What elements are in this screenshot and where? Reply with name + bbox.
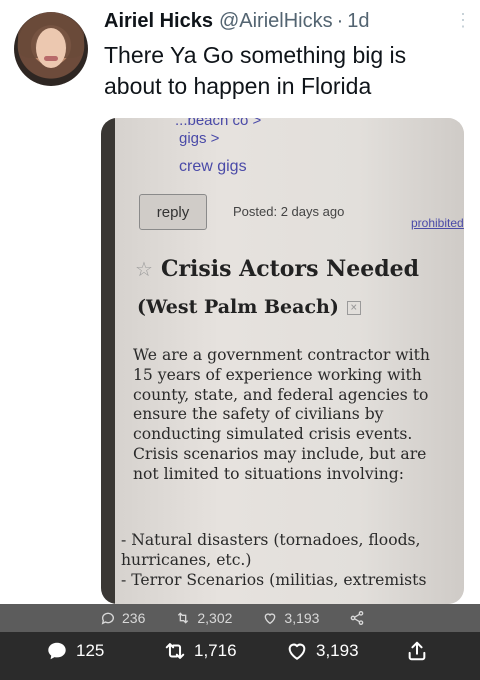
body-line: county, state, and federal agencies to <box>133 385 429 404</box>
category-link-cut: ...beach co > <box>175 118 262 129</box>
reply-count: 125 <box>76 641 105 660</box>
tweet-photo[interactable]: ...beach co > gigs > crew gigs reply Pos… <box>101 118 464 604</box>
prohibited-label: prohibited <box>411 216 464 230</box>
location-text: (West Palm Beach) <box>137 296 339 318</box>
embedded-likes-count: 3,193 <box>284 610 320 626</box>
reply-action[interactable]: 125 <box>46 640 104 662</box>
reply-icon <box>48 642 66 660</box>
listing-title-row: ☆ Crisis Actors Needed <box>135 256 419 282</box>
body-line: Crisis scenarios may include, but are <box>133 444 427 463</box>
heart-icon <box>288 643 306 660</box>
tweet-time[interactable]: 1d <box>347 10 369 33</box>
author-handle[interactable]: @AirielHicks <box>219 10 333 33</box>
retweet-action[interactable]: 1,716 <box>164 640 237 662</box>
like-count: 3,193 <box>316 641 359 660</box>
embedded-stats: 236 2,302 3,193 <box>100 610 365 626</box>
tweet-text: There Ya Go something big is about to ha… <box>104 42 407 99</box>
listing-location: (West Palm Beach) × <box>137 296 361 318</box>
more-options-icon[interactable]: ⋮ <box>454 10 472 31</box>
embedded-retweets: 2,302 <box>175 610 232 626</box>
embedded-replies: 236 <box>100 610 145 626</box>
embedded-likes: 3,193 <box>262 610 319 626</box>
avatar-face <box>36 28 66 68</box>
list-line: - Natural disasters (tornadoes, floods, <box>121 531 421 549</box>
retweet-count: 1,716 <box>194 641 237 660</box>
body-line: 15 years of experience working with <box>133 365 422 384</box>
listing-body: We are a government contractor with 15 y… <box>133 346 464 485</box>
avatar[interactable] <box>14 12 88 86</box>
posted-value: 2 days ago <box>280 204 345 219</box>
retweet-icon <box>165 643 185 659</box>
tweet-header: Airiel Hicks @AirielHicks · 1d <box>104 8 470 34</box>
list-line: hurricanes, etc.) <box>121 551 252 569</box>
embedded-retweets-count: 2,302 <box>197 610 233 626</box>
body-line: We are a government contractor with <box>133 346 430 364</box>
separator-dot: · <box>336 9 344 32</box>
photo-screen: ...beach co > gigs > crew gigs reply Pos… <box>115 118 464 604</box>
posted-label: Posted: <box>233 204 278 219</box>
retweet-icon <box>178 612 189 624</box>
prohibited-link: prohibited ! <box>411 216 464 230</box>
share-icon <box>408 641 426 661</box>
avatar-lip <box>44 56 58 61</box>
share-action[interactable] <box>406 640 428 662</box>
body-line: ensure the safety of civilians by <box>133 405 384 424</box>
star-icon: ☆ <box>135 258 153 281</box>
reply-button-photo: reply <box>139 194 207 230</box>
reply-icon <box>101 612 114 625</box>
like-action[interactable]: 3,193 <box>286 640 359 662</box>
listing-list: - Natural disasters (tornadoes, floods, … <box>121 530 464 590</box>
share-icon <box>351 611 364 625</box>
phone-edge <box>101 118 115 604</box>
body-line: not limited to situations involving: <box>133 464 404 483</box>
listing-title: Crisis Actors Needed <box>160 256 419 282</box>
map-icon: × <box>346 301 361 315</box>
list-line: - Terror Scenarios (militias, extremists <box>121 571 427 589</box>
author-name[interactable]: Airiel Hicks <box>104 10 213 33</box>
crew-gigs-link: crew gigs <box>179 158 247 175</box>
heart-icon <box>265 613 276 625</box>
body-line: conducting simulated crisis events. <box>133 425 413 444</box>
posted-info: Posted: 2 days ago <box>233 204 344 219</box>
embedded-replies-count: 236 <box>122 610 146 626</box>
embedded-share <box>349 610 365 626</box>
gigs-link: gigs > <box>179 130 220 147</box>
